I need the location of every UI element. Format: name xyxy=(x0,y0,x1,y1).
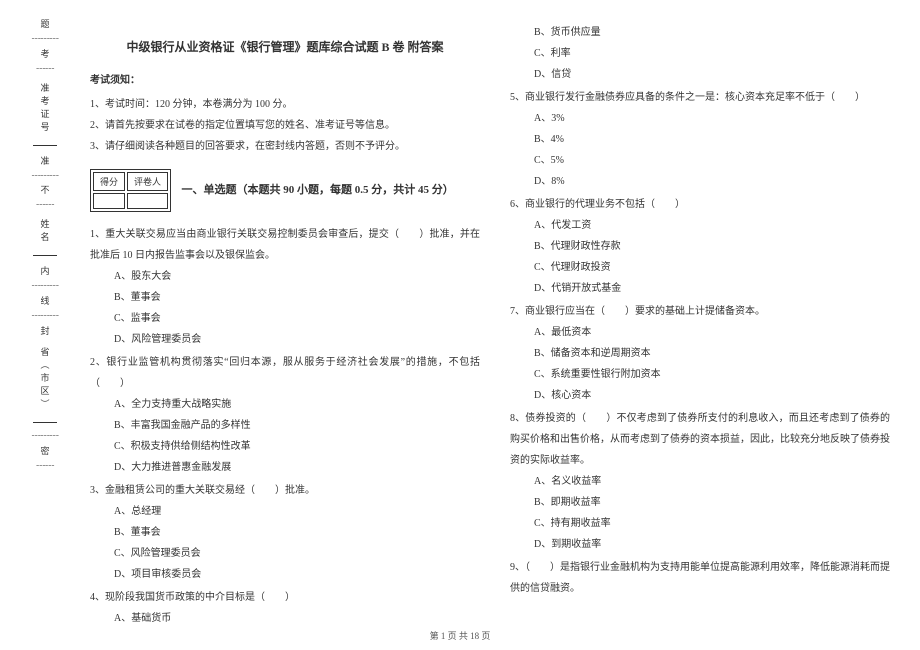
q8-stem: 8、债券投资的（ ）不仅考虑到了债券所支付的利息收入，而且还考虑到了债券的购买价… xyxy=(510,408,890,471)
sidebar-dots: ┆┆┆ xyxy=(32,36,59,41)
score-row: 得分 评卷人 一、单选题（本题共 90 小题，每题 0.5 分，共计 45 分） xyxy=(90,163,480,218)
sidebar-underline-1 xyxy=(33,145,57,146)
q2-opt-a: A、全力支持重大战略实施 xyxy=(90,394,480,415)
page-content: 中级银行从业资格证《银行管理》题库综合试题 B 卷 附答案 考试须知： 1、考试… xyxy=(80,20,900,620)
doc-title: 中级银行从业资格证《银行管理》题库综合试题 B 卷 附答案 xyxy=(90,38,480,55)
q5-opt-c: C、5% xyxy=(510,150,890,171)
q8-opt-d: D、到期收益率 xyxy=(510,534,890,555)
q6-stem: 6、商业银行的代理业务不包括（ ） xyxy=(510,194,890,215)
sidebar-line: 线 xyxy=(39,296,52,305)
q7-opt-c: C、系统重要性银行附加资本 xyxy=(510,364,890,385)
q7-opt-a: A、最低资本 xyxy=(510,322,890,343)
q3-opt-d: D、项目审核委员会 xyxy=(90,564,480,585)
notice-1: 1、考试时间：120 分钟，本卷满分为 100 分。 xyxy=(90,94,480,115)
sidebar-province: 省（市区） xyxy=(39,347,52,412)
q2-stem: 2、银行业监管机构贯彻落实“回归本源，服从服务于经济社会发展”的措施，不包括（ … xyxy=(90,352,480,394)
sidebar-mi: 密 xyxy=(39,446,52,455)
sidebar-no: 不 xyxy=(39,185,52,194)
q1-opt-d: D、风险管理委员会 xyxy=(90,329,480,350)
q4-stem: 4、现阶段我国货币政策的中介目标是（ ） xyxy=(90,587,480,608)
notice-3: 3、请仔细阅读各种题目的回答要求，在密封线内答题，否则不予评分。 xyxy=(90,136,480,157)
notice-label: 考试须知： xyxy=(90,71,480,86)
score-blank xyxy=(93,193,125,209)
question-8: 8、债券投资的（ ）不仅考虑到了债券所支付的利息收入，而且还考虑到了债券的购买价… xyxy=(510,408,890,555)
score-cell: 得分 xyxy=(93,172,125,191)
question-4-cont: B、货币供应量 C、利率 D、信贷 xyxy=(510,22,890,85)
section1-title: 一、单选题（本题共 90 小题，每题 0.5 分，共计 45 分） xyxy=(182,184,454,196)
q8-opt-a: A、名义收益率 xyxy=(510,471,890,492)
sidebar-name: 姓名 xyxy=(39,219,52,245)
q2-opt-c: C、积极支持供给侧结构性改革 xyxy=(90,436,480,457)
q4-opt-a: A、基础货币 xyxy=(90,608,480,629)
q1-opt-c: C、监事会 xyxy=(90,308,480,329)
q1-opt-a: A、股东大会 xyxy=(90,266,480,287)
q9-stem: 9、（ ）是指银行业金融机构为支持用能单位提高能源利用效率，降低能源消耗而提供的… xyxy=(510,557,890,599)
q7-opt-d: D、核心资本 xyxy=(510,385,890,406)
sidebar-dots-4: ┆┆ xyxy=(36,202,54,207)
sidebar-underline-3 xyxy=(33,422,57,423)
q6-opt-c: C、代理财政投资 xyxy=(510,257,890,278)
q3-stem: 3、金融租赁公司的重大关联交易经（ ）批准。 xyxy=(90,480,480,501)
q6-opt-d: D、代销开放式基金 xyxy=(510,278,890,299)
q1-opt-b: B、董事会 xyxy=(90,287,480,308)
q8-opt-b: B、即期收益率 xyxy=(510,492,890,513)
sidebar-dots-3: ┆┆┆ xyxy=(32,173,59,178)
question-5: 5、商业银行发行金融债券应具备的条件之一是：核心资本充足率不低于（ ） A、3%… xyxy=(510,87,890,192)
sidebar-exam: 考 xyxy=(39,49,52,58)
page-footer: 第 1 页 共 18 页 xyxy=(0,629,920,642)
question-4: 4、现阶段我国货币政策的中介目标是（ ） A、基础货币 xyxy=(90,587,480,629)
q1-stem: 1、重大关联交易应当由商业银行关联交易控制委员会审查后，提交（ ）批准，并在批准… xyxy=(90,224,480,266)
q7-stem: 7、商业银行应当在（ ）要求的基础上计提储备资本。 xyxy=(510,301,890,322)
grader-cell: 评卷人 xyxy=(127,172,168,191)
sidebar-dots-7: ┆┆┆ xyxy=(32,433,59,438)
q4-opt-b: B、货币供应量 xyxy=(510,22,890,43)
question-9: 9、（ ）是指银行业金融机构为支持用能单位提高能源利用效率，降低能源消耗而提供的… xyxy=(510,557,890,599)
question-6: 6、商业银行的代理业务不包括（ ） A、代发工资 B、代理财政性存款 C、代理财… xyxy=(510,194,890,299)
right-column: B、货币供应量 C、利率 D、信贷 5、商业银行发行金融债券应具备的条件之一是：… xyxy=(490,20,900,620)
q4-opt-d: D、信贷 xyxy=(510,64,890,85)
sidebar-seal: 封 xyxy=(39,326,52,335)
q2-opt-b: B、丰富我国金融产品的多样性 xyxy=(90,415,480,436)
q8-opt-c: C、持有期收益率 xyxy=(510,513,890,534)
q7-opt-b: B、储备资本和逆周期资本 xyxy=(510,343,890,364)
left-column: 中级银行从业资格证《银行管理》题库综合试题 B 卷 附答案 考试须知： 1、考试… xyxy=(80,20,490,620)
sidebar-bind: 题 xyxy=(39,19,52,28)
q3-opt-b: B、董事会 xyxy=(90,522,480,543)
sidebar-underline-2 xyxy=(33,255,57,256)
grader-blank xyxy=(127,193,168,209)
sidebar-dots-8: ┆┆ xyxy=(36,463,54,468)
question-7: 7、商业银行应当在（ ）要求的基础上计提储备资本。 A、最低资本 B、储备资本和… xyxy=(510,301,890,406)
notice-2: 2、请首先按要求在试卷的指定位置填写您的姓名、准考证号等信息。 xyxy=(90,115,480,136)
question-3: 3、金融租赁公司的重大关联交易经（ ）批准。 A、总经理 B、董事会 C、风险管… xyxy=(90,480,480,585)
q5-opt-b: B、4% xyxy=(510,129,890,150)
sidebar-inner: 内 xyxy=(39,266,52,275)
q6-opt-b: B、代理财政性存款 xyxy=(510,236,890,257)
sidebar-admit: 准 xyxy=(39,156,52,165)
score-box: 得分 评卷人 xyxy=(90,169,171,212)
binding-sidebar: 题 ┆┆┆ 考 ┆┆ 准考证号 准 ┆┆┆ 不 ┆┆ 姓名 内 ┆┆┆ 线 ┆┆… xyxy=(20,15,70,595)
q5-stem: 5、商业银行发行金融债券应具备的条件之一是：核心资本充足率不低于（ ） xyxy=(510,87,890,108)
q6-opt-a: A、代发工资 xyxy=(510,215,890,236)
q3-opt-c: C、风险管理委员会 xyxy=(90,543,480,564)
q5-opt-d: D、8% xyxy=(510,171,890,192)
question-1: 1、重大关联交易应当由商业银行关联交易控制委员会审查后，提交（ ）批准，并在批准… xyxy=(90,224,480,350)
q4-opt-c: C、利率 xyxy=(510,43,890,64)
sidebar-admit-no: 准考证号 xyxy=(39,83,52,135)
q3-opt-a: A、总经理 xyxy=(90,501,480,522)
sidebar-dots-6: ┆┆┆ xyxy=(32,313,59,318)
q5-opt-a: A、3% xyxy=(510,108,890,129)
q2-opt-d: D、大力推进普惠金融发展 xyxy=(90,457,480,478)
sidebar-dots-2: ┆┆ xyxy=(36,66,54,71)
question-2: 2、银行业监管机构贯彻落实“回归本源，服从服务于经济社会发展”的措施，不包括（ … xyxy=(90,352,480,478)
sidebar-dots-5: ┆┆┆ xyxy=(32,283,59,288)
